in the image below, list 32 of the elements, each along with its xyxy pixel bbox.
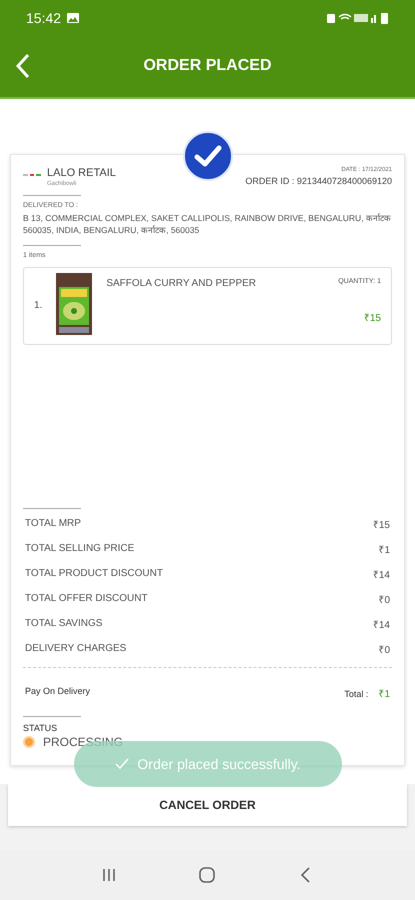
status-time: 15:42 — [26, 10, 62, 26]
total-value: ₹0 — [378, 644, 390, 656]
total-value: ₹15 — [372, 518, 390, 530]
total-label: TOTAL SAVINGS — [25, 618, 102, 629]
total-amount: ₹1 — [378, 688, 390, 700]
total-value: ₹0 — [378, 594, 390, 606]
status-label: STATUS — [23, 723, 58, 733]
total-label: Total : — [344, 689, 368, 699]
total-label: TOTAL OFFER DISCOUNT — [25, 593, 148, 604]
total-value: ₹14 — [372, 618, 390, 630]
store-logo-icon — [23, 172, 41, 178]
toast-message: Order placed successfully. — [137, 756, 301, 772]
status-text: PROCESSING — [43, 735, 124, 749]
status-icons-drawing — [327, 12, 389, 24]
delivery-address: B 13, COMMERCIAL COMPLEX, SAKET CALLIPOLIS, RAINBOW DRIVE, BENGALURU, कर्नाटक 560035, INDIA, BENGALURU, कर्नाटक, 560035 — [23, 212, 392, 237]
total-label: TOTAL MRP — [25, 518, 81, 529]
image-icon — [67, 12, 80, 22]
total-value: ₹14 — [372, 568, 390, 580]
total-value: ₹1 — [378, 544, 390, 556]
order-id: ORDER ID : 9213440728400069120 — [245, 176, 392, 186]
cancel-order-button[interactable]: CANCEL ORDER — [8, 784, 407, 826]
store-name: LALO RETAIL — [47, 167, 116, 179]
screen-title: ORDER PLACED — [143, 57, 272, 75]
item-price: ₹15 — [364, 312, 381, 324]
item-index: 1. — [34, 300, 42, 312]
total-label: TOTAL SELLING PRICE — [25, 543, 134, 554]
payment-method: Pay On Delivery — [25, 686, 90, 698]
home-icon[interactable] — [197, 865, 218, 885]
total-label: TOTAL PRODUCT DISCOUNT — [25, 568, 163, 579]
item-name: SAFFOLA CURRY AND PEPPER — [106, 278, 256, 291]
check-icon — [115, 758, 130, 770]
total-label: DELIVERY CHARGES — [25, 643, 126, 654]
